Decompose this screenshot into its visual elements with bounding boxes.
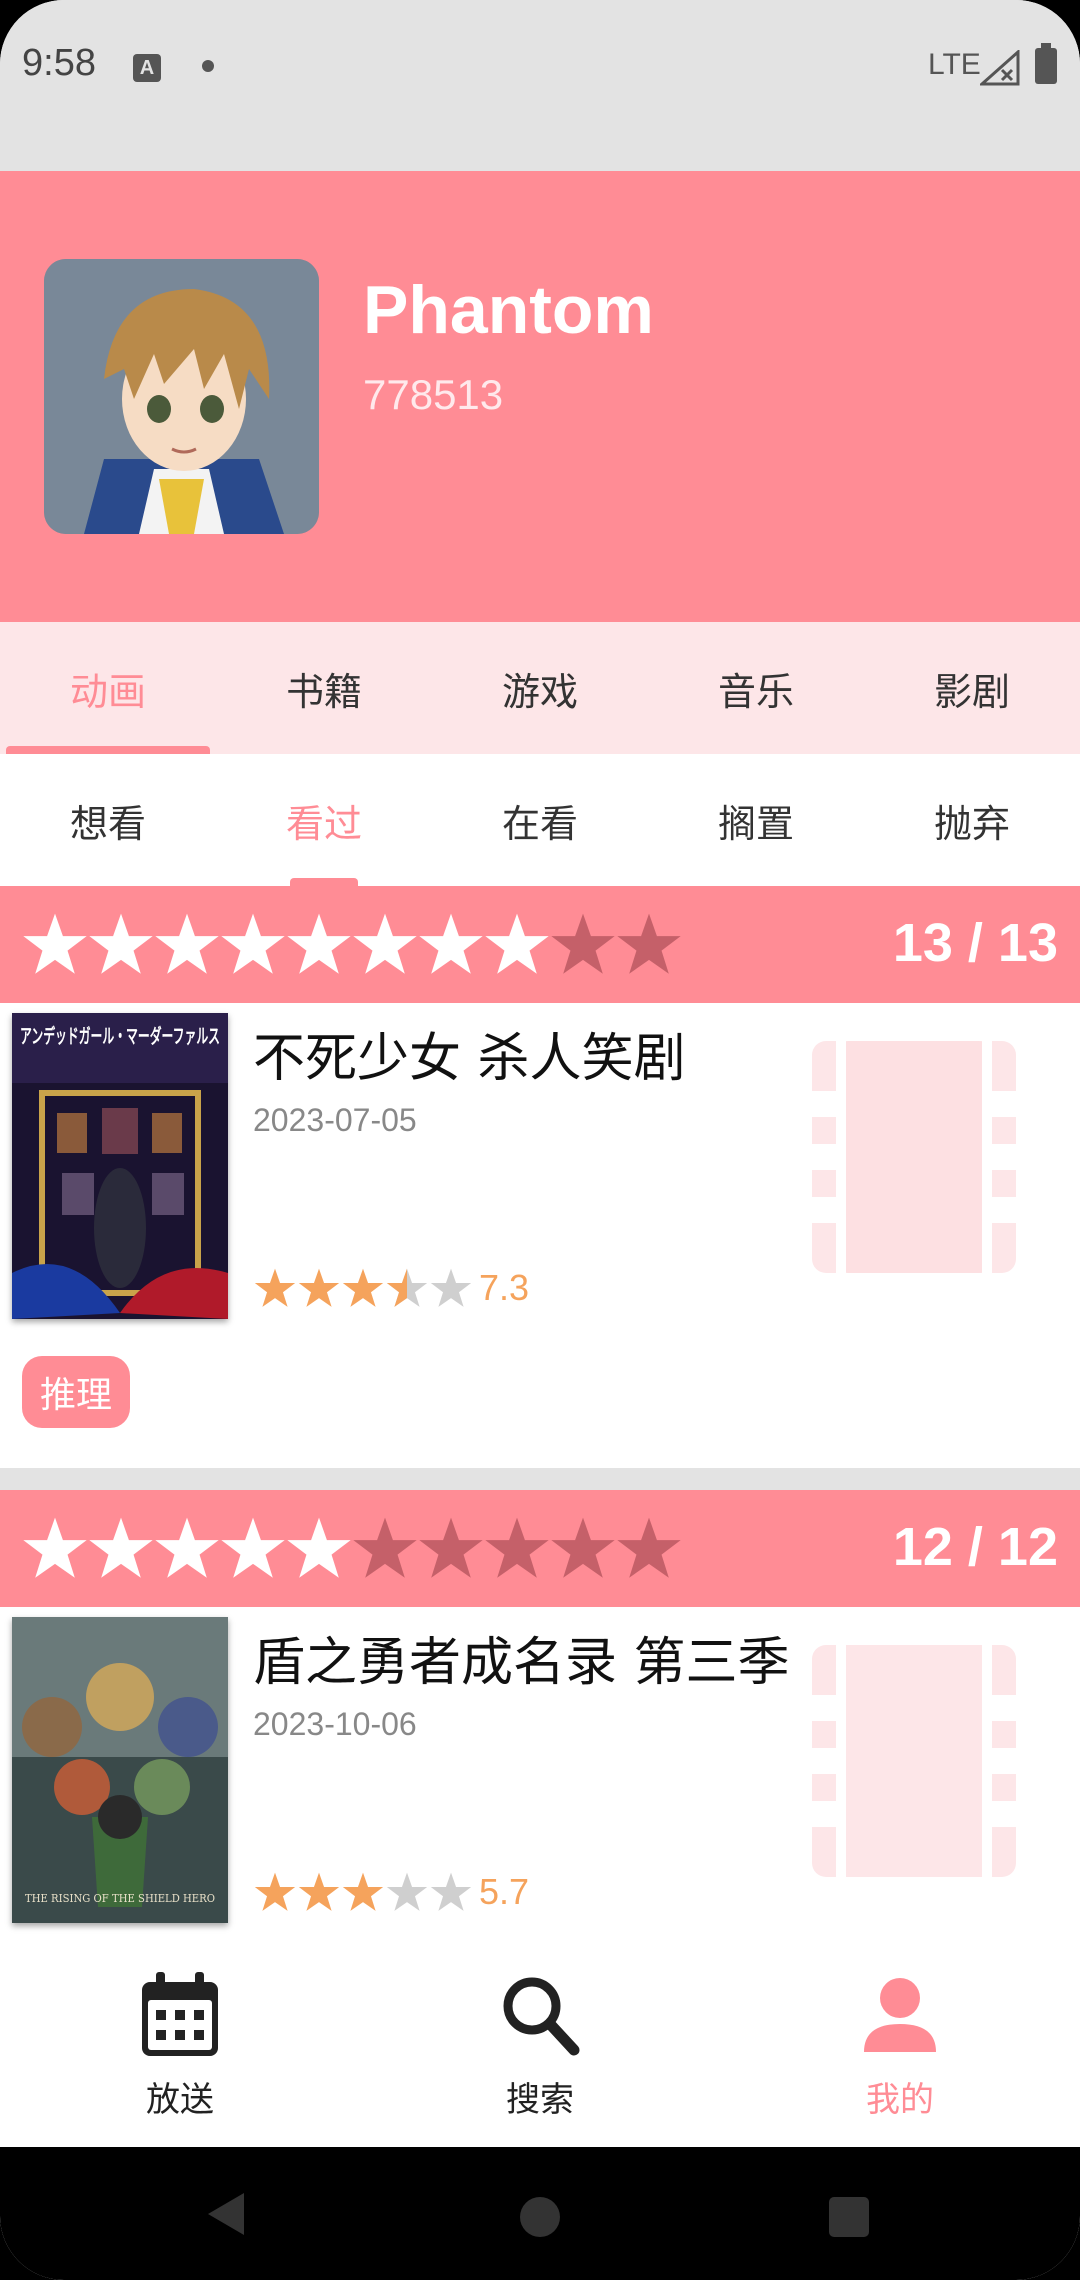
tab-watching[interactable]: 在看 (432, 754, 648, 886)
profile-header: Phantom 778513 (0, 171, 1080, 622)
anime-boy-avatar-icon (44, 259, 319, 534)
notification-dot-icon (202, 60, 214, 72)
screen: 9:58 A LTE Phantom 778513 动画 书籍 游戏 音乐 影剧… (0, 0, 1080, 2280)
item-date: 2023-07-05 (253, 1102, 417, 1138)
community-score: 7.3 (253, 1266, 529, 1310)
star-filled-icon (254, 1268, 296, 1307)
item-date: 2023-10-06 (253, 1706, 417, 1742)
film-icon (812, 1041, 1016, 1273)
nav-label: 放送 (146, 2080, 214, 2120)
star-empty-icon (353, 1517, 417, 1578)
star-empty-icon (386, 1872, 428, 1911)
score-value: 5.7 (479, 1871, 530, 1912)
community-score-stars (253, 1871, 473, 1913)
star-filled-icon (485, 913, 549, 974)
user-rating-stars (22, 1512, 682, 1584)
cover-image[interactable]: アンデッドガール・マーダーファルス (12, 1013, 228, 1319)
user-rating-bar: 12 / 12 (0, 1490, 1080, 1607)
anime-cover-icon: THE RISING OF THE SHIELD HERO (12, 1617, 228, 1923)
search-icon (503, 1977, 580, 2056)
star-filled-icon (221, 913, 285, 974)
tab-collected[interactable]: 看过 (216, 754, 432, 886)
star-filled-icon (23, 1517, 87, 1578)
community-score: 5.7 (253, 1870, 529, 1914)
signal-icon (980, 50, 1020, 86)
star-empty-icon (617, 913, 681, 974)
star-filled-icon (254, 1872, 296, 1911)
calendar-icon (142, 1972, 218, 2056)
collection-list[interactable]: 13 / 13 アンデッドガール・マーダーファルス 不死少女 杀人笑剧 2023… (0, 886, 1080, 1936)
episode-progress: 12 / 12 (892, 1517, 1058, 1577)
home-icon[interactable] (520, 2197, 560, 2237)
star-filled-icon (287, 1517, 351, 1578)
list-item[interactable]: 13 / 13 アンデッドガール・マーダーファルス 不死少女 杀人笑剧 2023… (0, 886, 1080, 1468)
cover-title-text: THE RISING OF THE SHIELD HERO (25, 1892, 215, 1905)
nav-search[interactable]: 搜索 (360, 1936, 720, 2147)
star-empty-icon (430, 1872, 472, 1911)
cover-title-text: アンデッドガール・マーダーファルス (20, 1024, 220, 1048)
tab-on-hold[interactable]: 搁置 (648, 754, 864, 886)
person-icon (864, 1978, 936, 2052)
tab-anime[interactable]: 动画 (0, 622, 216, 754)
system-nav-bar (0, 2147, 1080, 2280)
item-divider (0, 1468, 1080, 1490)
status-time: 9:58 (22, 42, 96, 84)
community-score-stars (253, 1267, 473, 1309)
genre-tag[interactable]: 推理 (22, 1356, 131, 1428)
star-filled-icon (23, 913, 87, 974)
star-filled-icon (419, 913, 483, 974)
star-filled-icon (89, 913, 153, 974)
nav-profile[interactable]: 我的 (720, 1936, 1080, 2147)
star-empty-icon (419, 1517, 483, 1578)
episode-progress: 13 / 13 (892, 913, 1058, 973)
star-half-icon (386, 1268, 428, 1307)
star-filled-icon (298, 1872, 340, 1911)
profile-id: 778513 (363, 371, 504, 418)
status-bar: 9:58 A LTE (0, 0, 1080, 171)
star-filled-icon (342, 1268, 384, 1307)
star-filled-icon (89, 1517, 153, 1578)
network-type: LTE (928, 48, 981, 81)
star-filled-icon (155, 1517, 219, 1578)
tab-games[interactable]: 游戏 (432, 622, 648, 754)
profile-name: Phantom (363, 272, 654, 348)
tab-dropped[interactable]: 抛弃 (864, 754, 1080, 886)
user-rating-stars (22, 908, 682, 980)
star-filled-icon (342, 1872, 384, 1911)
tab-wish[interactable]: 想看 (0, 754, 216, 886)
cover-image[interactable]: THE RISING OF THE SHIELD HERO (12, 1617, 228, 1923)
star-filled-icon (221, 1517, 285, 1578)
list-item[interactable]: 12 / 12 THE RISING OF THE SHIELD HERO 盾之… (0, 1490, 1080, 1936)
star-empty-icon (485, 1517, 549, 1578)
item-title[interactable]: 不死少女 杀人笑剧 (253, 1016, 686, 1091)
avatar[interactable] (44, 259, 319, 534)
nav-label: 我的 (866, 2080, 934, 2120)
nav-label: 搜索 (506, 2080, 574, 2120)
item-title[interactable]: 盾之勇者成名录 第三季 (253, 1620, 790, 1695)
star-empty-icon (430, 1268, 472, 1307)
star-empty-icon (617, 1517, 681, 1578)
star-empty-icon (551, 913, 615, 974)
star-empty-icon (551, 1517, 615, 1578)
battery-icon (1035, 43, 1057, 84)
category-tabs: 动画 书籍 游戏 音乐 影剧 (0, 622, 1080, 754)
star-filled-icon (287, 913, 351, 974)
user-rating-bar: 13 / 13 (0, 886, 1080, 1003)
star-filled-icon (298, 1268, 340, 1307)
back-icon[interactable] (206, 2191, 246, 2237)
recents-icon[interactable] (829, 2197, 869, 2237)
star-filled-icon (155, 913, 219, 974)
nav-broadcast[interactable]: 放送 (0, 1936, 360, 2147)
anime-cover-icon: アンデッドガール・マーダーファルス (12, 1013, 228, 1319)
score-value: 7.3 (479, 1267, 530, 1308)
input-method-icon: A (133, 54, 161, 82)
status-tabs: 想看 看过 在看 搁置 抛弃 (0, 754, 1080, 886)
tab-books[interactable]: 书籍 (216, 622, 432, 754)
tab-drama[interactable]: 影剧 (864, 622, 1080, 754)
film-icon (812, 1645, 1016, 1877)
tab-music[interactable]: 音乐 (648, 622, 864, 754)
bottom-nav: 放送 搜索 我的 (0, 1936, 1080, 2147)
star-filled-icon (353, 913, 417, 974)
